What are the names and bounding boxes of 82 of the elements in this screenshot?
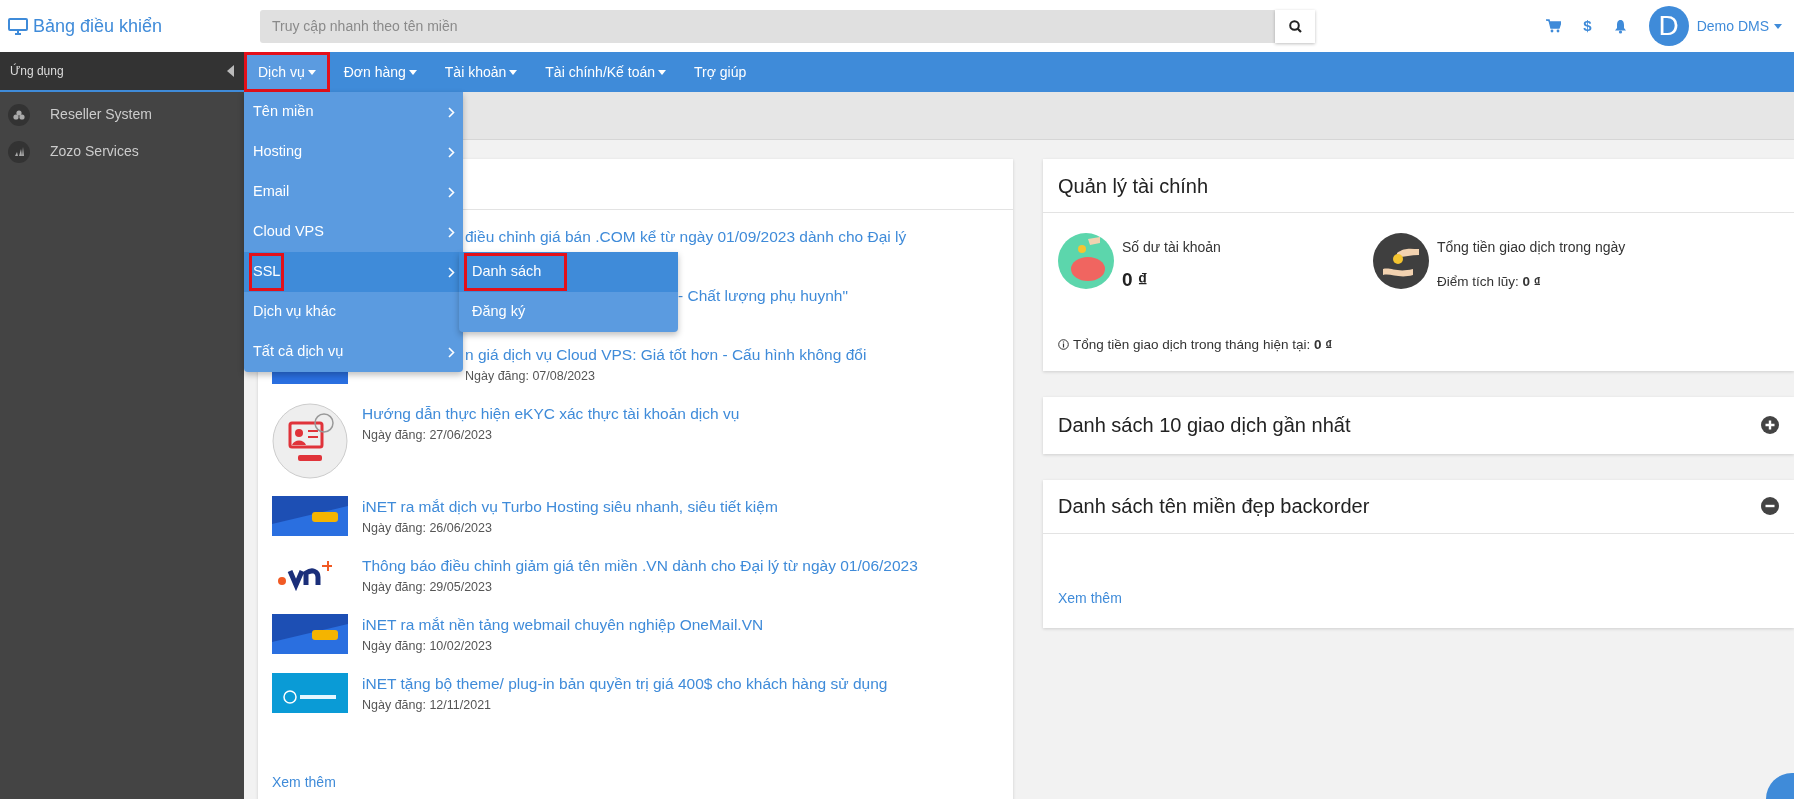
dropdown-item[interactable]: Email (244, 172, 463, 212)
nav-menu-item[interactable]: Trợ giúp (680, 52, 761, 92)
dropdown-item[interactable]: Tất cả dịch vụ (244, 332, 463, 372)
news-title-link[interactable]: iNET ra mắt dịch vụ Turbo Hosting siêu nhanh, siêu tiết kiệm (362, 496, 778, 518)
card-title: Quản lý tài chính (1058, 173, 1209, 199)
news-title-link[interactable]: điều chỉnh giá bán .COM kể từ ngày 01/09/2023 dành cho Đại lý (465, 226, 907, 248)
search-field[interactable]: Truy cập nhanh theo tên miền (260, 9, 1275, 43)
menu-label: Cloud VPS (252, 222, 325, 242)
caret-icon (509, 69, 518, 75)
menu-label: Dịch vụ khác (252, 302, 337, 322)
menu-label: Tên miền (252, 102, 315, 122)
nav-menu-item[interactable]: Tài khoản (430, 52, 532, 92)
search-icon (1288, 19, 1302, 33)
hand-coin-icon (1373, 233, 1429, 289)
news-title-link[interactable]: Hướng dẫn thực hiện eKYC xác thực tài khoản dịch vụ (362, 403, 740, 425)
chevron-right-icon (448, 346, 455, 358)
collapse-icon[interactable] (227, 65, 234, 77)
notification-button[interactable] (1613, 18, 1627, 34)
sidebar-item[interactable]: Zozo Services (0, 133, 244, 170)
menu-label: SSL (249, 253, 285, 291)
news-date: Ngày đăng: 29/05/2023 (362, 579, 493, 596)
monitor-icon (8, 17, 28, 35)
chevron-right-icon (448, 186, 455, 198)
menu-label: Email (252, 182, 291, 202)
news-title-link[interactable]: n giá dịch vụ Cloud VPS: Giá tốt hơn - Cấu hình không đổi (465, 344, 867, 366)
news-title-link[interactable]: Thông báo điều chỉnh giảm giá tên miền .VN dành cho Đại lý từ ngày 01/06/2023 (362, 555, 918, 577)
points-text: Điểm tích lũy: 0 ₫ (1437, 273, 1542, 291)
piggy-bank-icon (1058, 233, 1114, 289)
caret-icon (1774, 23, 1782, 29)
nav-menu-item[interactable]: Đơn hàng (329, 52, 431, 92)
sidebar-title: Ứng dụng (10, 62, 64, 80)
nav-menu-item[interactable]: Tài chính/Kế toán (531, 52, 681, 92)
daily-total-label: Tổng tiền giao dịch trong ngày (1437, 238, 1626, 257)
expand-icon[interactable] (1761, 416, 1779, 435)
monthly-total-text: Tổng tiền giao dịch trong tháng hiện tại: 0 ₫ (1073, 335, 1333, 354)
chat-button[interactable] (1766, 773, 1794, 799)
news-date: Ngày đăng: 26/06/2023 (362, 520, 493, 537)
banner-thumbnail[interactable] (272, 614, 348, 654)
submenu-item[interactable]: Danh sách (459, 252, 678, 292)
caret-icon (408, 69, 417, 75)
cart-button[interactable] (1546, 19, 1562, 33)
menu-label: Tất cả dịch vụ (252, 342, 345, 362)
news-date: Ngày đăng: 07/08/2023 (465, 368, 596, 385)
dropdown-item[interactable]: Cloud VPS (244, 212, 463, 252)
chevron-right-icon (448, 106, 455, 118)
menu-label: Danh sách (464, 253, 568, 291)
dropdown-item[interactable]: Tên miền (244, 92, 463, 132)
nav-menu-item[interactable]: Dịch vụ (244, 52, 330, 92)
see-more-link[interactable]: Xem thêm (1058, 589, 1122, 606)
dropdown-item[interactable]: Hosting (244, 132, 463, 172)
banner-thumbnail[interactable] (272, 496, 348, 536)
caret-icon (658, 69, 667, 75)
bell-icon (1613, 18, 1627, 34)
balance-label: Số dư tài khoản (1122, 238, 1221, 257)
news-title-link[interactable]: iNET tặng bộ theme/ plug-in bản quyền trị giá 400$ cho khách hàng sử dụng (362, 673, 888, 695)
news-date: Ngày đăng: 10/02/2023 (362, 638, 493, 655)
user-menu[interactable]: Demo DMS (1696, 15, 1782, 37)
cart-icon (1546, 19, 1562, 33)
news-title-link[interactable]: iNET ra mắt nền tảng webmail chuyên nghiệp OneMail.VN (362, 614, 764, 636)
chevron-right-icon (448, 226, 455, 238)
card-title: Danh sách 10 giao dịch gần nhất (1058, 413, 1351, 439)
badge-thumbnail[interactable] (272, 403, 348, 479)
user-avatar[interactable]: D (1648, 6, 1689, 46)
caret-icon (307, 69, 316, 75)
news-title-link[interactable]: - Chất lượng phụ huynh" (678, 285, 848, 307)
app-title-link[interactable]: Bảng điều khiển (33, 12, 163, 40)
news-date: Ngày đăng: 12/11/2021 (362, 697, 493, 714)
sidebar-item[interactable]: Reseller System (0, 96, 244, 133)
search-button[interactable] (1275, 9, 1315, 43)
banner-thumbnail[interactable] (272, 673, 348, 713)
card-title: Danh sách tên miền đẹp backorder (1058, 494, 1370, 520)
menu-label: Hosting (252, 142, 304, 162)
chevron-right-icon (448, 266, 455, 278)
balance-amount: 0 ₫ (1122, 268, 1149, 292)
see-more-link[interactable]: Xem thêm (272, 774, 336, 790)
menu-label: Đăng ký (471, 302, 527, 322)
collapse-icon[interactable] (1761, 497, 1779, 516)
balance-button[interactable]: $ (1583, 14, 1592, 38)
news-date: Ngày đăng: 27/06/2023 (362, 427, 493, 444)
chevron-right-icon (448, 146, 455, 158)
info-icon (1058, 339, 1069, 351)
cluster-icon (13, 109, 25, 120)
